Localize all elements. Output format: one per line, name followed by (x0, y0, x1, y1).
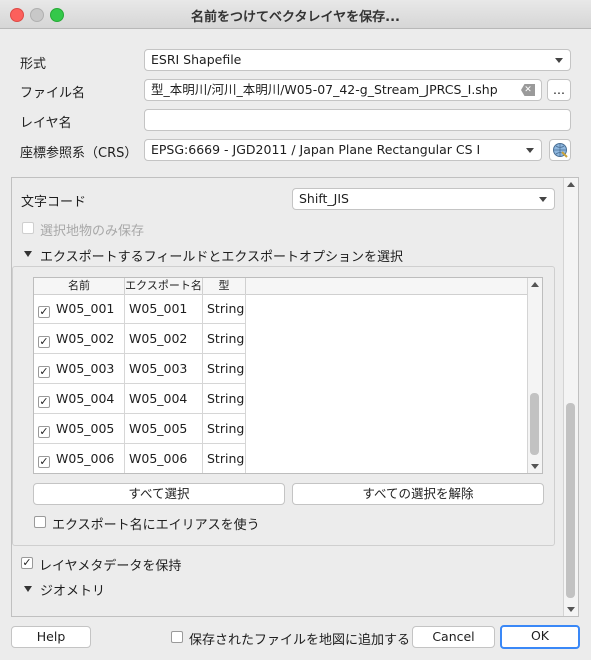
field-checkbox[interactable]: ✓ (38, 426, 50, 438)
filename-field[interactable]: 型_本明川/河川_本明川/W05-07_42-g_Stream_JPRCS_I.… (144, 79, 542, 101)
crs-label: 座標参照系（CRS） (20, 146, 138, 161)
field-name: W05_005 (56, 421, 115, 436)
scrollbar-thumb[interactable] (566, 403, 575, 598)
filename-label: ファイル名 (20, 86, 86, 101)
field-name: W05_001 (56, 301, 115, 316)
add-to-map-checkbox[interactable] (171, 631, 183, 643)
field-type: String (203, 444, 246, 473)
field-checkbox[interactable]: ✓ (38, 336, 50, 348)
clear-icon[interactable]: ✕ (521, 84, 535, 96)
scroll-down-icon[interactable] (567, 607, 575, 612)
column-header-export-name[interactable]: エクスポート名 (125, 278, 203, 294)
options-scrollbar[interactable] (563, 178, 578, 616)
geometry-section-label[interactable]: ジオメトリ (40, 580, 105, 599)
table-header: 名前 エクスポート名 型 (34, 278, 542, 295)
selected-only-label: 選択地物のみ保存 (40, 224, 145, 239)
field-type: String (203, 354, 246, 384)
encoding-combo[interactable]: Shift_JIS (292, 188, 555, 210)
table-row[interactable]: ✓ W05_002 W05_002 String (34, 324, 246, 354)
field-name: W05_006 (56, 451, 115, 466)
collapse-triangle-icon[interactable] (24, 251, 32, 257)
field-name: W05_003 (56, 361, 115, 376)
format-value: ESRI Shapefile (151, 52, 242, 67)
field-checkbox[interactable]: ✓ (38, 456, 50, 468)
add-to-map-label: 保存されたファイルを地図に追加する (189, 633, 411, 648)
table-row[interactable]: ✓ W05_003 W05_003 String (34, 354, 246, 384)
deselect-all-button[interactable]: すべての選択を解除 (292, 483, 544, 505)
field-export-name[interactable]: W05_004 (125, 384, 203, 414)
column-header-type[interactable]: 型 (203, 278, 246, 294)
scroll-up-icon[interactable] (567, 182, 575, 187)
window-title: 名前をつけてベクタレイヤを保存... (191, 10, 400, 25)
chevron-down-icon (555, 58, 563, 63)
encoding-value: Shift_JIS (299, 191, 349, 206)
layername-field[interactable] (144, 109, 571, 131)
table-row[interactable]: ✓ W05_006 W05_006 String (34, 444, 246, 473)
save-vector-layer-dialog: 名前をつけてベクタレイヤを保存... 形式 ESRI Shapefile ファイ… (0, 0, 591, 660)
field-export-name[interactable]: W05_003 (125, 354, 203, 384)
crs-value: EPSG:6669 - JGD2011 / Japan Plane Rectan… (151, 142, 481, 157)
scrollbar-thumb[interactable] (530, 393, 539, 455)
cancel-button[interactable]: Cancel (412, 626, 495, 648)
field-export-name[interactable]: W05_002 (125, 324, 203, 354)
field-checkbox[interactable]: ✓ (38, 366, 50, 378)
format-label: 形式 (20, 57, 47, 72)
crs-selector-button[interactable] (549, 139, 571, 161)
collapse-triangle-icon[interactable] (24, 586, 32, 592)
table-row[interactable]: ✓ W05_005 W05_005 String (34, 414, 246, 444)
fields-section-label[interactable]: エクスポートするフィールドとエクスポートオプションを選択 (40, 246, 403, 265)
field-name: W05_004 (56, 391, 115, 406)
selected-only-checkbox[interactable] (22, 222, 34, 234)
field-export-name[interactable]: W05_006 (125, 444, 203, 473)
chevron-down-icon (539, 197, 547, 202)
fields-table: 名前 エクスポート名 型 ✓ W05_001 W05_001 String ✓ W0… (33, 277, 543, 474)
use-alias-label: エクスポート名にエイリアスを使う (52, 518, 260, 533)
field-type: String (203, 384, 246, 414)
filename-value: 型_本明川/河川_本明川/W05-07_42-g_Stream_JPRCS_I.… (151, 82, 498, 97)
field-type: String (203, 294, 246, 324)
keep-metadata-label: レイヤメタデータを保持 (39, 559, 182, 574)
field-checkbox[interactable]: ✓ (38, 396, 50, 408)
field-type: String (203, 324, 246, 354)
browse-button[interactable]: ... (547, 79, 571, 101)
ok-button[interactable]: OK (500, 625, 580, 649)
layername-label: レイヤ名 (20, 116, 72, 131)
table-row[interactable]: ✓ W05_004 W05_004 String (34, 384, 246, 414)
table-scrollbar[interactable] (527, 278, 542, 473)
crs-combo[interactable]: EPSG:6669 - JGD2011 / Japan Plane Rectan… (144, 139, 542, 161)
column-header-name[interactable]: 名前 (34, 278, 125, 294)
use-alias-checkbox[interactable] (34, 516, 46, 528)
chevron-down-icon (526, 148, 534, 153)
select-all-button[interactable]: すべて選択 (33, 483, 285, 505)
title-bar: 名前をつけてベクタレイヤを保存... (0, 0, 591, 29)
scroll-down-icon[interactable] (531, 464, 539, 469)
field-checkbox[interactable]: ✓ (38, 306, 50, 318)
format-combo[interactable]: ESRI Shapefile (144, 49, 571, 71)
field-type: String (203, 414, 246, 444)
field-export-name[interactable]: W05_005 (125, 414, 203, 444)
field-export-name[interactable]: W05_001 (125, 294, 203, 324)
globe-icon (553, 143, 568, 158)
keep-metadata-checkbox[interactable]: ✓ (21, 557, 33, 569)
scroll-up-icon[interactable] (531, 282, 539, 287)
help-button[interactable]: Help (11, 626, 91, 648)
table-row[interactable]: ✓ W05_001 W05_001 String (34, 294, 246, 324)
field-name: W05_002 (56, 331, 115, 346)
encoding-label: 文字コード (21, 195, 87, 210)
